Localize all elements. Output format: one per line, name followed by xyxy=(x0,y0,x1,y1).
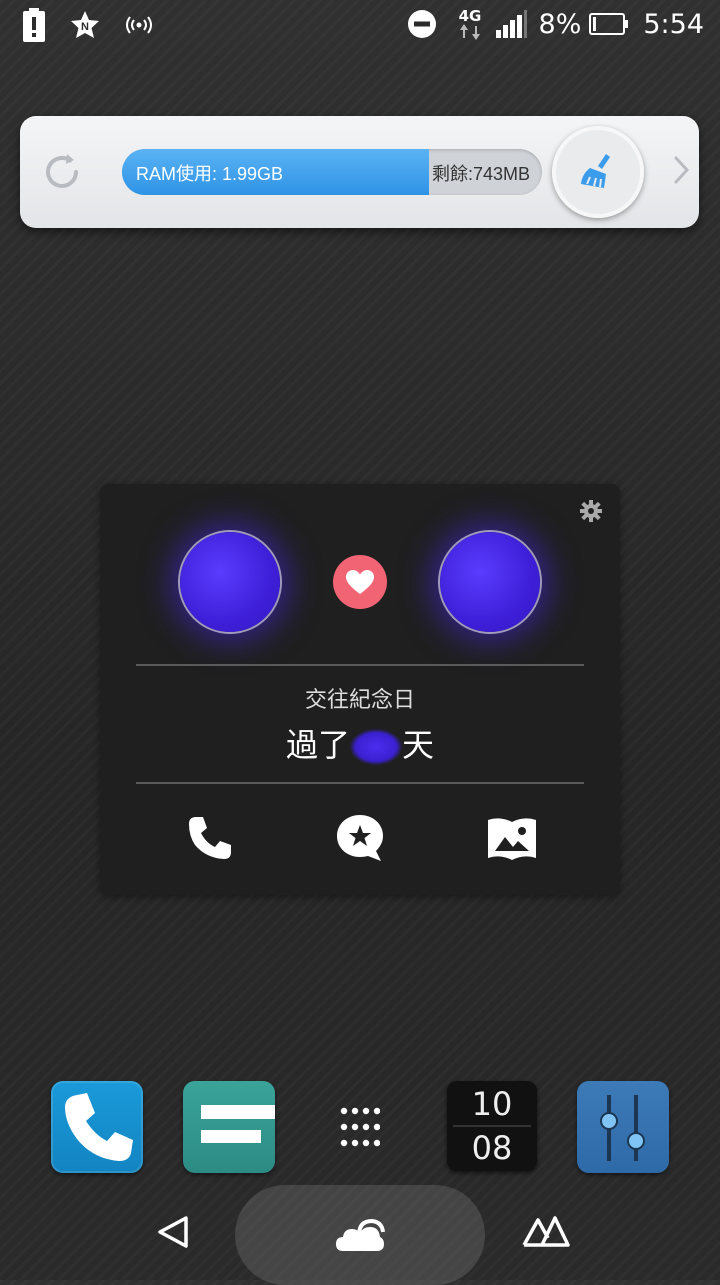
app-drawer-button[interactable] xyxy=(314,1081,406,1173)
clock-divider xyxy=(453,1125,531,1127)
photo-album-icon xyxy=(488,818,536,860)
anniversary-actions xyxy=(100,810,620,866)
phone-icon xyxy=(189,817,231,859)
call-button[interactable] xyxy=(182,810,238,866)
clock-widget[interactable]: 10 08 xyxy=(447,1081,537,1171)
star-n-icon: N xyxy=(71,11,99,38)
messages-app-icon[interactable] xyxy=(183,1081,275,1173)
recent-apps-icon[interactable] xyxy=(522,1212,570,1248)
status-clock: 5:54 xyxy=(643,8,704,40)
phone-handset-icon xyxy=(65,1093,133,1161)
home-button[interactable] xyxy=(235,1185,485,1285)
app-drawer-icon xyxy=(340,1107,380,1147)
messages-bars-icon xyxy=(201,1105,275,1143)
network-label: 4G xyxy=(458,7,481,25)
settings-app-icon[interactable] xyxy=(577,1081,669,1173)
cell-signal-icon xyxy=(495,10,527,38)
divider-top xyxy=(136,664,584,666)
avatar-right[interactable] xyxy=(440,532,540,632)
refresh-icon[interactable] xyxy=(40,150,84,194)
cloud-home-icon xyxy=(336,1218,385,1251)
days-counter: 過了 天 xyxy=(100,720,620,766)
anniversary-title: 交往紀念日 xyxy=(304,688,415,713)
battery-percent: 8% xyxy=(538,8,582,40)
days-suffix: 天 xyxy=(402,726,435,764)
ram-cleaner-widget: RAM使用: 1.99GB 剩餘:743MB xyxy=(20,116,699,228)
avatar-left[interactable] xyxy=(180,532,280,632)
album-button[interactable] xyxy=(484,810,540,866)
heart-button[interactable] xyxy=(333,555,387,609)
chat-star-icon xyxy=(337,815,383,861)
days-value xyxy=(350,729,402,765)
status-bar: N 4G 8% 5:54 xyxy=(0,0,720,50)
chat-button[interactable] xyxy=(332,810,388,866)
4g-data-icon: 4G xyxy=(458,7,481,40)
divider-bottom xyxy=(136,782,584,784)
status-bar-right: 4G 8% 5:54 xyxy=(407,6,704,42)
chevron-right-icon[interactable] xyxy=(672,154,692,186)
anniversary-widget: 交往紀念日 過了 天 xyxy=(100,484,620,895)
sliders-icon xyxy=(600,1095,645,1161)
gear-icon[interactable] xyxy=(580,500,602,522)
battery-icon xyxy=(589,13,629,35)
wireless-signal-icon xyxy=(126,16,152,34)
clean-button[interactable] xyxy=(552,126,644,218)
clock-minute: 08 xyxy=(471,1129,513,1167)
do-not-disturb-icon xyxy=(407,10,436,38)
clock-hour: 10 xyxy=(471,1085,513,1123)
broom-icon xyxy=(581,154,610,188)
ram-used-label: RAM使用: 1.99GB xyxy=(136,164,284,184)
heart-icon xyxy=(346,570,374,594)
ram-free-label: 剩餘:743MB xyxy=(431,164,530,184)
status-bar-left: N xyxy=(22,8,154,42)
ram-usage-bar: RAM使用: 1.99GB 剩餘:743MB xyxy=(122,149,542,195)
days-prefix: 過了 xyxy=(285,726,350,764)
back-icon[interactable] xyxy=(156,1214,190,1250)
battery-alert-icon xyxy=(23,8,45,42)
phone-app-icon[interactable] xyxy=(51,1081,143,1173)
svg-text:N: N xyxy=(81,21,89,33)
